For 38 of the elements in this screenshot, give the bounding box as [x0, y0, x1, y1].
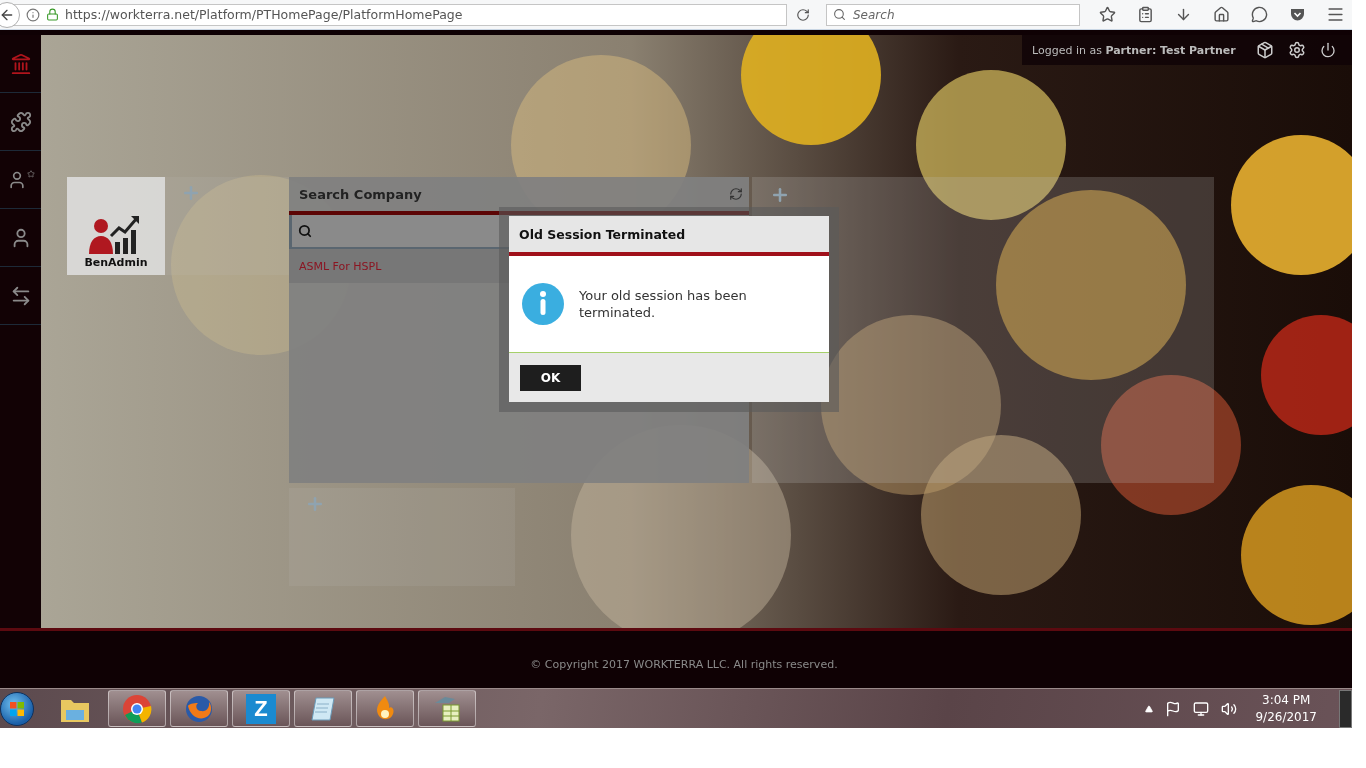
taskbar-app[interactable] [170, 690, 228, 727]
round-logo-icon [122, 693, 152, 724]
dialog-title: Old Session Terminated [519, 226, 686, 242]
network-icon[interactable] [1193, 700, 1210, 717]
start-button[interactable] [0, 691, 34, 726]
clock[interactable]: 3:04 PM 9/26/2017 [1255, 691, 1317, 726]
lock-icon [46, 8, 59, 21]
power-icon[interactable] [1319, 42, 1336, 58]
reload-icon[interactable] [796, 7, 811, 22]
taskbar-app[interactable] [356, 690, 414, 727]
info-icon [521, 282, 565, 326]
globe-fox-icon [184, 693, 214, 724]
taskbar-app[interactable] [108, 690, 166, 727]
panel-title: Search Company [299, 186, 422, 202]
copyright-text: © Copyright 2017 WORKTERRA LLC. All rights reserved. [530, 658, 838, 671]
taskbar-app[interactable] [418, 690, 476, 727]
login-status: Logged in as Partner: Test Partner [1032, 43, 1236, 57]
box-icon[interactable] [1255, 41, 1274, 59]
volume-icon[interactable] [1221, 700, 1238, 717]
search-field[interactable]: Search [826, 3, 1080, 26]
app-logo-icon: Z [246, 693, 276, 724]
ok-button[interactable]: OK [520, 364, 581, 391]
back-button[interactable] [0, 1, 20, 28]
puzzle-icon [9, 110, 32, 133]
search-icon [833, 7, 846, 21]
taskbar-app[interactable] [294, 690, 352, 727]
windows-logo-icon [9, 700, 25, 717]
info-icon[interactable] [26, 7, 40, 22]
show-desktop-button[interactable] [1339, 689, 1352, 728]
dialog-message: Your old session has been terminated. [579, 287, 748, 321]
app-tile[interactable]: BenAdmin [67, 177, 165, 275]
search-icon [298, 224, 312, 238]
taskbar-app[interactable]: Z [232, 690, 290, 727]
tray-expand-icon[interactable] [1145, 704, 1154, 713]
settings-icon[interactable] [1287, 41, 1306, 59]
bank-icon [9, 52, 32, 75]
flag-icon[interactable] [1165, 700, 1182, 717]
refresh-icon[interactable] [729, 187, 743, 201]
